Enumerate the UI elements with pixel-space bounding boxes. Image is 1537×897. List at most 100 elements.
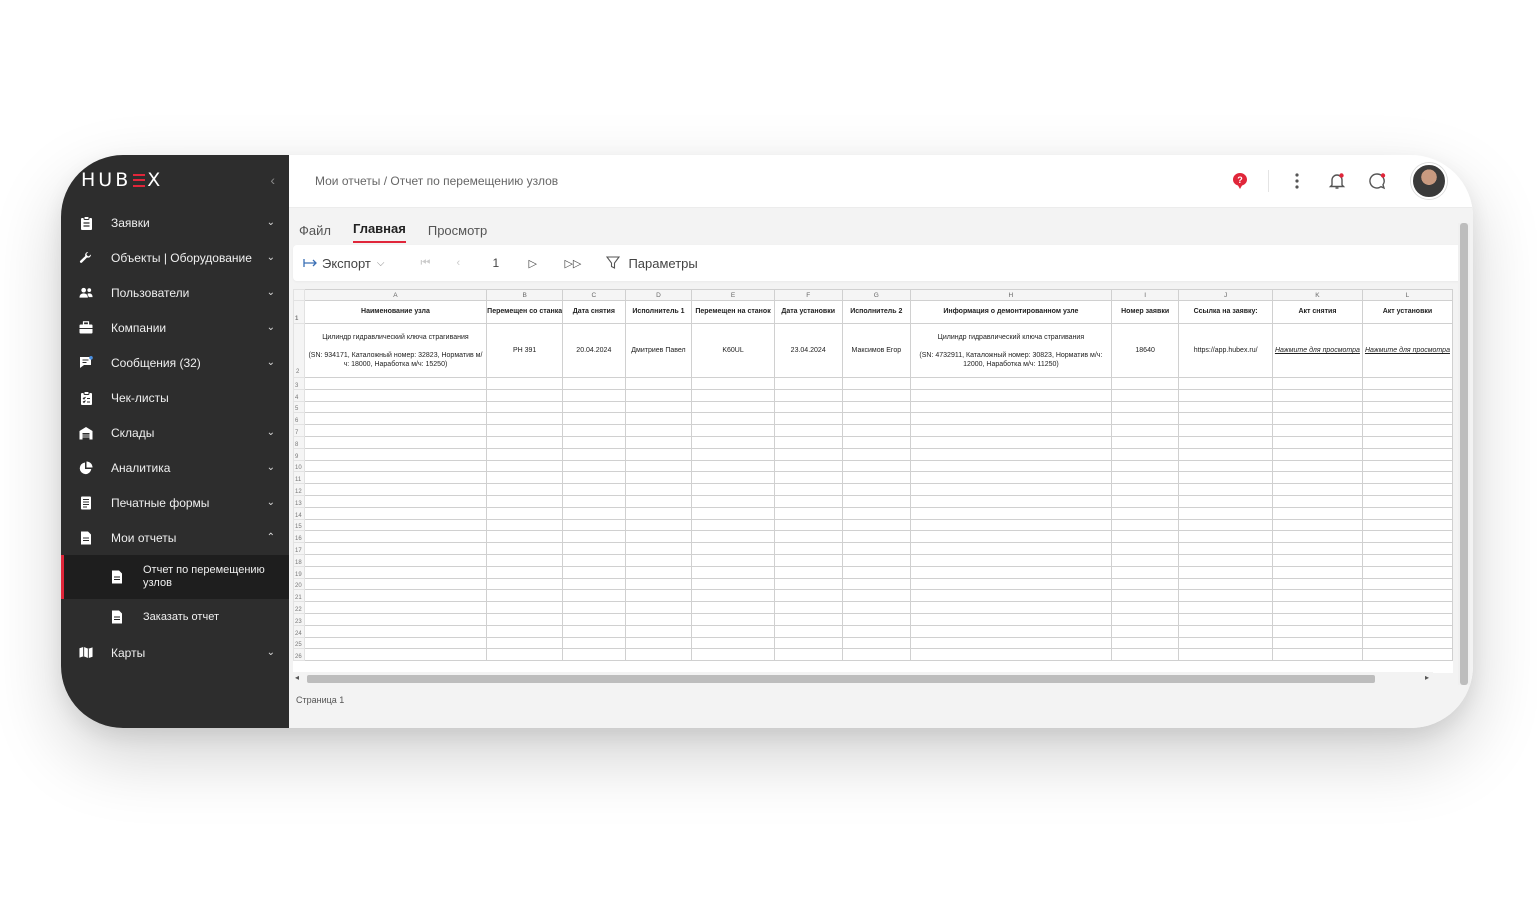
table-cell[interactable] bbox=[562, 624, 626, 638]
table-cell[interactable] bbox=[624, 412, 693, 426]
table-cell[interactable] bbox=[691, 553, 775, 567]
row-number[interactable]: 23 bbox=[293, 612, 305, 626]
table-cell[interactable] bbox=[909, 435, 1112, 449]
table-cell[interactable] bbox=[303, 624, 488, 638]
table-cell[interactable] bbox=[773, 624, 843, 638]
table-cell[interactable] bbox=[1361, 459, 1453, 473]
table-cell[interactable]: 18640 bbox=[1110, 323, 1180, 378]
table-cell[interactable] bbox=[909, 424, 1112, 437]
table-cell[interactable] bbox=[1178, 624, 1273, 638]
table-cell[interactable] bbox=[841, 542, 911, 555]
table-cell[interactable] bbox=[562, 471, 626, 485]
table-cell[interactable] bbox=[1178, 435, 1273, 449]
table-cell[interactable] bbox=[1178, 471, 1273, 485]
row-number[interactable]: 10 bbox=[293, 459, 305, 473]
table-cell[interactable] bbox=[691, 447, 775, 461]
row-number[interactable]: 15 bbox=[293, 518, 305, 532]
table-cell[interactable] bbox=[1178, 447, 1273, 461]
table-cell[interactable] bbox=[624, 483, 693, 496]
vertical-scrollbar[interactable] bbox=[1458, 223, 1470, 685]
row-number[interactable]: 14 bbox=[293, 506, 305, 520]
table-cell[interactable] bbox=[303, 412, 488, 426]
table-cell[interactable] bbox=[1361, 624, 1453, 638]
table-cell[interactable] bbox=[909, 565, 1112, 579]
table-cell[interactable] bbox=[562, 377, 626, 390]
table-cell[interactable] bbox=[486, 459, 564, 473]
table-cell[interactable] bbox=[562, 447, 626, 461]
table-cell[interactable] bbox=[486, 412, 564, 426]
row-number[interactable]: 18 bbox=[293, 553, 305, 567]
column-header[interactable]: B bbox=[486, 289, 564, 301]
table-header-cell[interactable]: Акт снятия bbox=[1271, 300, 1363, 324]
table-cell[interactable] bbox=[841, 494, 911, 508]
table-cell[interactable] bbox=[1361, 601, 1453, 614]
table-cell[interactable] bbox=[1271, 612, 1363, 626]
table-cell[interactable] bbox=[841, 636, 911, 650]
table-cell[interactable] bbox=[841, 530, 911, 544]
table-cell[interactable] bbox=[303, 388, 488, 402]
table-cell[interactable] bbox=[562, 612, 626, 626]
table-cell[interactable] bbox=[1361, 494, 1453, 508]
table-cell[interactable] bbox=[841, 483, 911, 496]
row-number[interactable]: 20 bbox=[293, 577, 305, 591]
table-cell[interactable] bbox=[1271, 565, 1363, 579]
table-cell[interactable] bbox=[691, 400, 775, 414]
table-cell[interactable] bbox=[1178, 506, 1273, 520]
table-cell[interactable] bbox=[691, 388, 775, 402]
table-cell[interactable] bbox=[909, 542, 1112, 555]
table-cell[interactable] bbox=[562, 435, 626, 449]
row-number[interactable]: 22 bbox=[293, 601, 305, 614]
table-cell[interactable] bbox=[909, 589, 1112, 603]
table-cell[interactable] bbox=[1271, 542, 1363, 555]
table-cell[interactable]: https://app.hubex.ru/ bbox=[1178, 323, 1273, 378]
table-cell[interactable] bbox=[773, 471, 843, 485]
table-cell[interactable] bbox=[841, 518, 911, 532]
table-cell[interactable] bbox=[1271, 412, 1363, 426]
table-cell[interactable] bbox=[1271, 624, 1363, 638]
table-cell[interactable] bbox=[841, 447, 911, 461]
table-cell[interactable] bbox=[303, 377, 488, 390]
table-cell[interactable] bbox=[624, 435, 693, 449]
table-cell[interactable] bbox=[841, 506, 911, 520]
table-cell[interactable] bbox=[773, 400, 843, 414]
table-cell[interactable] bbox=[773, 447, 843, 461]
table-cell[interactable] bbox=[909, 471, 1112, 485]
table-cell[interactable] bbox=[1361, 589, 1453, 603]
table-cell[interactable] bbox=[1178, 589, 1273, 603]
table-cell[interactable] bbox=[1110, 506, 1180, 520]
table-cell[interactable] bbox=[841, 435, 911, 449]
table-cell[interactable] bbox=[486, 648, 564, 662]
table-cell[interactable] bbox=[773, 589, 843, 603]
table-cell[interactable] bbox=[486, 447, 564, 461]
table-cell[interactable] bbox=[691, 377, 775, 390]
spreadsheet[interactable]: A B C D E F G H I J K L 1 Наименование узла Перемещен … bbox=[293, 289, 1453, 673]
sidebar-item-5[interactable]: Чек-листы bbox=[61, 380, 289, 415]
table-cell[interactable] bbox=[773, 483, 843, 496]
table-header-cell[interactable]: Наименование узла bbox=[303, 300, 488, 324]
table-cell[interactable] bbox=[773, 553, 843, 567]
table-cell[interactable] bbox=[1361, 636, 1453, 650]
bell-icon[interactable] bbox=[1317, 161, 1357, 201]
table-cell[interactable] bbox=[1361, 447, 1453, 461]
table-cell[interactable] bbox=[486, 424, 564, 437]
table-cell[interactable] bbox=[691, 494, 775, 508]
table-cell[interactable] bbox=[909, 388, 1112, 402]
table-cell[interactable] bbox=[1110, 636, 1180, 650]
column-header[interactable]: F bbox=[773, 289, 843, 301]
table-cell[interactable] bbox=[909, 447, 1112, 461]
table-cell[interactable] bbox=[773, 648, 843, 662]
table-cell[interactable] bbox=[773, 435, 843, 449]
table-cell[interactable] bbox=[1361, 648, 1453, 662]
table-cell[interactable] bbox=[1110, 388, 1180, 402]
table-cell[interactable] bbox=[691, 506, 775, 520]
row-number[interactable]: 4 bbox=[293, 388, 305, 402]
row-number[interactable]: 24 bbox=[293, 624, 305, 638]
table-cell[interactable] bbox=[624, 612, 693, 626]
table-cell[interactable] bbox=[486, 400, 564, 414]
table-cell[interactable] bbox=[624, 400, 693, 414]
help-icon[interactable]: ? bbox=[1220, 161, 1260, 201]
table-cell[interactable] bbox=[303, 471, 488, 485]
table-cell[interactable] bbox=[773, 424, 843, 437]
table-cell[interactable] bbox=[1361, 471, 1453, 485]
table-cell[interactable]: Максимов Егор bbox=[841, 323, 911, 378]
